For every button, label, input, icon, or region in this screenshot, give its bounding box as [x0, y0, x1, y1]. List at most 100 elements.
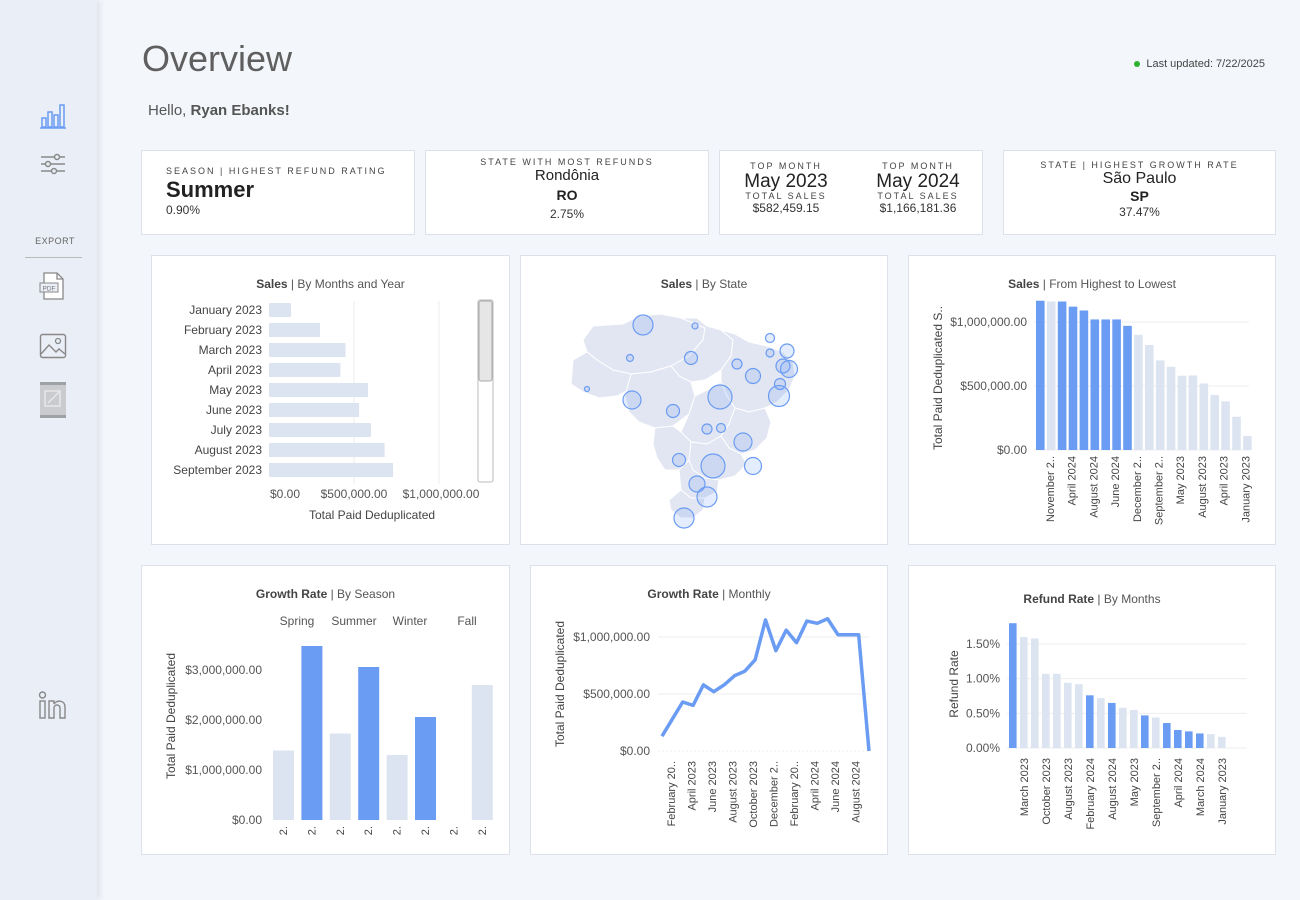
- state-bubble: [700, 453, 726, 479]
- x-tick-label: 2.: [306, 826, 318, 835]
- bar: [1097, 698, 1105, 748]
- y-tick-label: August 2023: [195, 443, 263, 457]
- bar: [1207, 734, 1215, 748]
- group-label: Spring: [280, 614, 315, 628]
- x-tick-label: March 2024: [1195, 758, 1207, 816]
- chart-growth-by-season[interactable]: Spring Summer Winter Fall $3,000,000.00 $2,00…: [142, 566, 511, 856]
- chart-sales-high-low[interactable]: $1,000,000.00 $500,000.00 $0.00 November 2.…: [909, 256, 1277, 546]
- pdf-icon[interactable]: PDF: [34, 267, 72, 305]
- bar: [1155, 360, 1165, 450]
- bar: [1036, 300, 1045, 450]
- y-tick-label: March 2023: [199, 343, 263, 357]
- chart-sales-by-months[interactable]: January 2023 February 2023 March 2023 April…: [152, 256, 511, 546]
- x-tick-label: February 20..: [789, 761, 801, 826]
- bar: [1199, 383, 1209, 450]
- bar: [1145, 345, 1154, 450]
- bar: [269, 463, 394, 477]
- greeting-prefix: Hello,: [148, 102, 191, 119]
- y-tick-label: September 2023: [173, 463, 262, 477]
- bar: [1210, 394, 1219, 450]
- bar: [1086, 695, 1094, 748]
- bar: [269, 383, 369, 397]
- y-axis-label: Total Paid Deduplicated: [553, 621, 567, 747]
- x-tick-label: 2.: [363, 826, 375, 835]
- y-axis-label: Total Paid Deduplicated: [164, 653, 178, 779]
- bar: [1218, 736, 1226, 748]
- x-tick-label: August 2023: [1063, 758, 1075, 820]
- x-tick-label: November 2..: [1045, 456, 1057, 522]
- bar: [1119, 707, 1127, 748]
- kpi-top-month-2-value: May 2024: [876, 171, 960, 192]
- bar: [329, 733, 351, 820]
- y-tick-label: 1.50%: [966, 637, 1000, 651]
- kpi-growth-state-sub: 37.47%: [1119, 205, 1160, 219]
- state-bubble: [767, 384, 791, 408]
- y-axis-label: Refund Rate: [947, 650, 961, 718]
- kpi-top-month-1-sub: $582,459.15: [752, 201, 820, 215]
- bar: [358, 667, 380, 820]
- sidebar: EXPORT PDF: [0, 0, 97, 900]
- x-tick-label: 2.: [420, 826, 432, 835]
- bar: [269, 303, 292, 317]
- export-divider: [25, 257, 82, 258]
- x-tick-label: September 2..: [1154, 456, 1166, 525]
- kpi-top-month-2-sub: $1,166,181.36: [879, 201, 957, 215]
- bar: [1221, 401, 1230, 450]
- x-tick-label: February 2024: [1085, 758, 1097, 830]
- x-tick-label: April 2024: [1173, 758, 1185, 808]
- state-bubble: [707, 384, 733, 410]
- bar: [1042, 673, 1050, 748]
- state-bubble: [696, 486, 718, 508]
- kpi-growth-state-name: São Paulo: [1102, 170, 1177, 187]
- y-tick-label: $1,000,000.00: [185, 763, 262, 777]
- state-bubble: [632, 314, 654, 336]
- svg-text:PDF: PDF: [43, 286, 56, 293]
- state-bubble: [743, 456, 763, 476]
- kpi-top-month-1-label: TOP MONTH: [750, 161, 822, 171]
- filter-sliders-icon[interactable]: [34, 145, 72, 183]
- x-tick-label: $1,000,000.00: [403, 487, 480, 501]
- group-label: Winter: [393, 614, 428, 628]
- last-updated-text: Last updated: 7/22/2025: [1146, 58, 1265, 70]
- bar-chart-icon[interactable]: [34, 96, 72, 134]
- chart-refund-by-months[interactable]: 1.50% 1.00% 0.50% 0.00% March 2023 October 20…: [909, 566, 1277, 856]
- y-tick-label: 0.00%: [966, 741, 1000, 755]
- x-tick-label: June 2024: [1110, 456, 1122, 507]
- bar: [1057, 301, 1067, 450]
- y-axis-label: Total Paid Deduplicated S..: [931, 306, 945, 450]
- crosstab-icon[interactable]: [34, 381, 72, 419]
- x-tick-label: 2.: [477, 826, 489, 835]
- x-tick-label: March 2023: [1019, 758, 1031, 816]
- chart-growth-monthly[interactable]: $1,000,000.00 $500,000.00 $0.00 February 20…: [531, 566, 889, 856]
- x-tick-label: September 2..: [1151, 758, 1163, 827]
- y-tick-label: $2,000,000.00: [185, 713, 262, 727]
- kpi-state-refunds: STATE WITH MOST REFUNDS Rondônia RO 2.75…: [425, 150, 709, 235]
- bar: [273, 750, 294, 820]
- group-label: Summer: [331, 614, 376, 628]
- bar: [269, 363, 341, 377]
- brazil-map[interactable]: [521, 256, 889, 546]
- bar: [1090, 319, 1100, 450]
- card-growth-monthly: Growth Rate | Monthly $1,000,000.00 $500,…: [530, 565, 888, 855]
- state-bubble: [691, 322, 699, 330]
- bar: [1134, 334, 1143, 450]
- x-tick-label: August 2024: [1107, 758, 1119, 820]
- linkedin-icon[interactable]: [34, 686, 72, 724]
- x-tick-label: February 20..: [666, 761, 678, 826]
- state-bubble: [733, 432, 753, 452]
- bar: [471, 685, 493, 820]
- state-bubble: [744, 367, 762, 385]
- y-tick-label: 1.00%: [966, 672, 1000, 686]
- image-icon[interactable]: [34, 327, 72, 365]
- kpi-state-refunds-label: STATE WITH MOST REFUNDS: [480, 157, 654, 167]
- bar: [1108, 702, 1116, 748]
- bar: [1112, 319, 1121, 450]
- bar: [1079, 310, 1089, 450]
- bar: [1163, 723, 1171, 748]
- bar: [269, 423, 371, 437]
- x-tick-label: January 2023: [1217, 758, 1229, 825]
- kpi-season-sub: 0.90%: [166, 203, 201, 217]
- bar: [1009, 623, 1017, 748]
- y-tick-label: $500,000.00: [960, 379, 1027, 393]
- x-tick-label: 2.: [448, 826, 460, 835]
